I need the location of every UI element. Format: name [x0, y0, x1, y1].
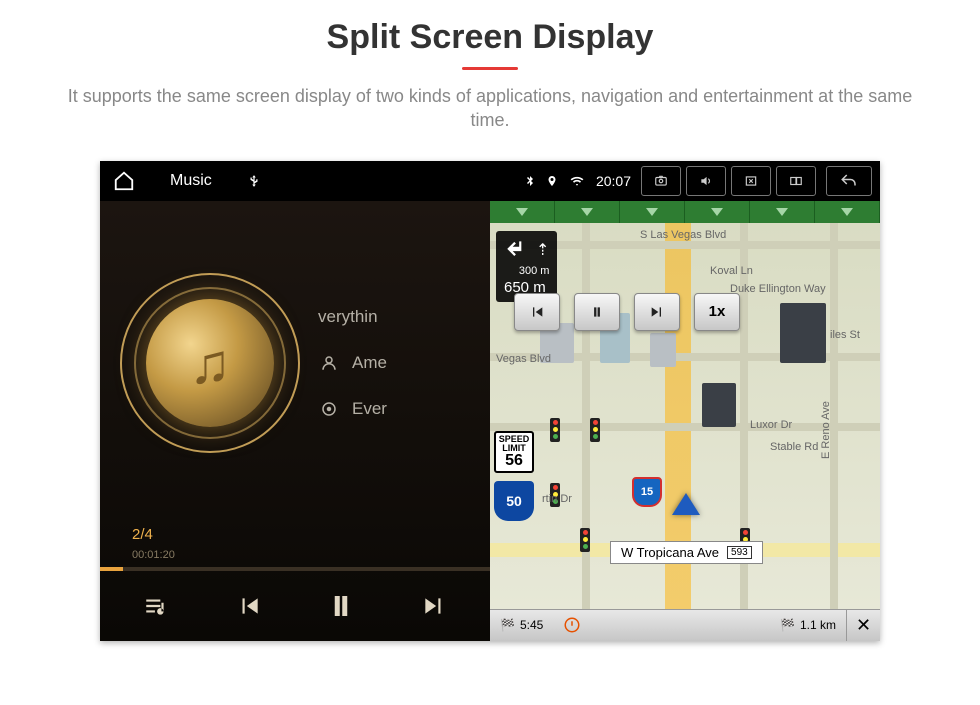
elapsed-time: 00:01:20: [132, 549, 175, 561]
artist-icon: [318, 354, 340, 372]
track-prev[interactable]: verythin: [318, 307, 490, 327]
street-label: Vegas Blvd: [496, 353, 551, 365]
clock-value: 20:07: [596, 173, 631, 189]
nav-bottom-bar: 🏁 5:45 🏁 1.1 km ✕: [490, 609, 880, 641]
street-banner: W Tropicana Ave 593: [610, 541, 763, 564]
split-screen-button[interactable]: [776, 166, 816, 196]
disc-icon: [318, 400, 340, 418]
flag-icon: 🏁: [780, 618, 795, 632]
volume-button[interactable]: [686, 166, 726, 196]
interstate-shield: 15: [632, 477, 662, 507]
playlist-button[interactable]: [141, 593, 171, 619]
exit-badge: 593: [727, 546, 752, 559]
music-panel: ♫ verythin Ame: [100, 201, 490, 641]
nav-close-button[interactable]: ✕: [846, 610, 880, 641]
album-art: ♫: [120, 273, 300, 453]
lane-arrow-icon: [646, 208, 658, 216]
overlay-pause-button[interactable]: [574, 293, 620, 331]
screenshot-button[interactable]: [641, 166, 681, 196]
back-button[interactable]: [826, 166, 872, 196]
page-desc: It supports the same screen display of t…: [50, 84, 930, 133]
turn-dist-small: 300 m: [504, 265, 549, 277]
lane-arrow-icon: [516, 208, 528, 216]
track-list: verythin Ame Ever: [318, 307, 490, 419]
usb-icon: [247, 172, 261, 190]
music-note-icon: ♫: [120, 273, 300, 453]
lane-bar: [490, 201, 880, 223]
wifi-icon: [568, 174, 586, 188]
info-cell[interactable]: [553, 616, 591, 634]
overlay-prev-button[interactable]: [514, 293, 560, 331]
flag-icon: 🏁: [500, 618, 515, 632]
music-app-label: Music: [170, 172, 212, 190]
prev-button[interactable]: [234, 593, 264, 619]
lane-arrow-icon: [841, 208, 853, 216]
lane-arrow-icon: [711, 208, 723, 216]
street-label: Luxor Dr: [750, 419, 792, 431]
turn-instruction: ⇡ 300 m 650 m: [496, 231, 557, 302]
vehicle-cursor-icon: [672, 493, 700, 515]
pause-button[interactable]: [326, 591, 356, 621]
track-index: 2/4: [132, 526, 153, 543]
street-label: rtin Dr: [542, 493, 572, 505]
lane-arrow-icon: [581, 208, 593, 216]
page-title: Split Screen Display: [327, 18, 654, 57]
nav-panel: S Las Vegas Blvd Koval Ln Duke Ellington…: [490, 201, 880, 641]
street-label: Duke Ellington Way: [730, 283, 826, 295]
street-label: Stable Rd: [770, 441, 818, 453]
track-current[interactable]: Ame: [318, 353, 490, 373]
close-window-button[interactable]: [731, 166, 771, 196]
bluetooth-icon: [524, 173, 536, 189]
next-button[interactable]: [419, 593, 449, 619]
overlay-next-button[interactable]: [634, 293, 680, 331]
eta-cell[interactable]: 🏁 5:45: [490, 618, 553, 632]
track-next[interactable]: Ever: [318, 399, 490, 419]
speed-limit-sign: SPEED LIMIT 56: [494, 431, 534, 473]
home-icon[interactable]: [113, 170, 135, 192]
status-bar: Music 20:07: [100, 161, 880, 201]
route-shield: 50: [494, 481, 534, 521]
street-label: Koval Ln: [710, 265, 753, 277]
distance-cell[interactable]: 🏁 1.1 km: [770, 618, 846, 632]
lane-arrow-icon: [776, 208, 788, 216]
overlay-media-controls: 1x: [514, 293, 740, 331]
street-label: E Reno Ave: [820, 401, 832, 459]
device-screen: Music 20:07: [100, 161, 880, 641]
device-body: ♫ verythin Ame: [100, 201, 880, 641]
location-icon: [546, 173, 558, 189]
street-label: iles St: [830, 329, 860, 341]
title-underline: [462, 67, 518, 70]
overlay-speed-button[interactable]: 1x: [694, 293, 740, 331]
street-label: S Las Vegas Blvd: [640, 229, 726, 241]
